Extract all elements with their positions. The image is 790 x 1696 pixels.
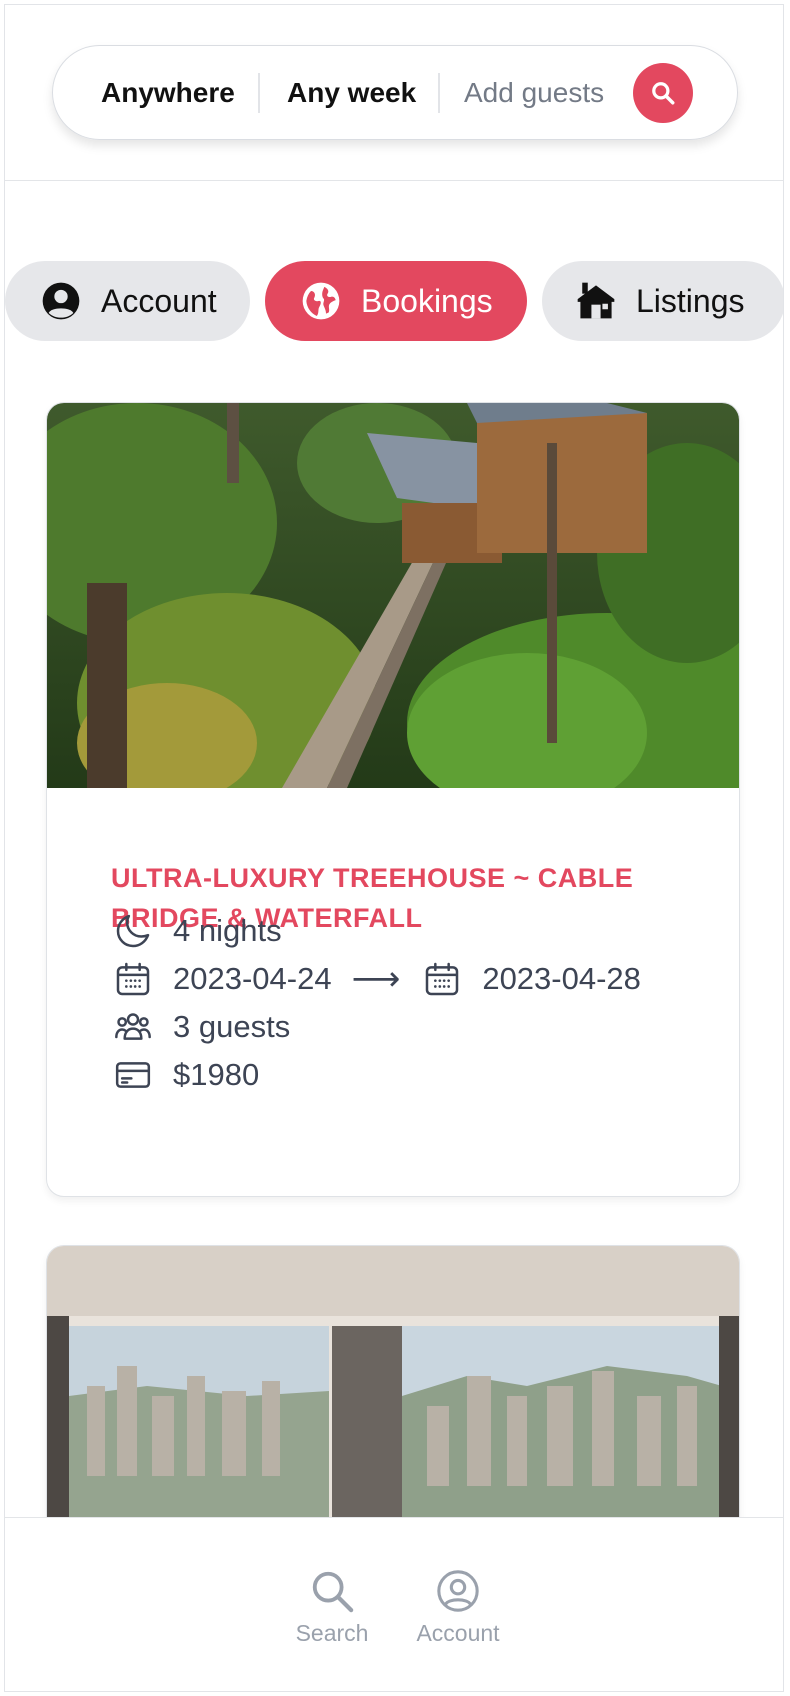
user-circle-icon	[437, 1570, 479, 1612]
divider	[258, 73, 260, 113]
price-value: $1980	[173, 1057, 260, 1092]
nav-account[interactable]: Account	[403, 1568, 513, 1647]
tab-label: Account	[101, 282, 217, 319]
calendar-icon	[111, 957, 155, 1001]
tab-label: Bookings	[361, 282, 493, 319]
tab-label: Listings	[636, 282, 745, 319]
globe-icon	[299, 279, 343, 323]
guests-filter[interactable]: Add guests	[464, 77, 604, 109]
location-filter[interactable]: Anywhere	[101, 77, 235, 109]
app-frame: Anywhere Any week Add guests Account Boo…	[4, 4, 784, 1692]
tab-listings[interactable]: Listings	[542, 261, 783, 341]
check-out-date: 2023-04-28	[482, 961, 641, 996]
nav-account-label: Account	[416, 1620, 500, 1646]
arrow-right-icon: ⟶	[351, 960, 401, 998]
booking-card[interactable]: ULTRA-LUXURY TREEHOUSE ~ CABLE BRIDGE & …	[46, 402, 740, 1197]
nights-row: 4 nights	[111, 909, 282, 953]
users-icon	[111, 1005, 155, 1049]
header: Anywhere Any week Add guests	[5, 5, 783, 181]
tab-bookings[interactable]: Bookings	[265, 261, 527, 341]
nav-search[interactable]: Search	[277, 1568, 387, 1647]
guests-row: 3 guests	[111, 1005, 290, 1049]
bottom-nav: Search Account	[5, 1517, 783, 1691]
search-icon	[312, 1571, 354, 1613]
moon-icon	[111, 909, 155, 953]
account-tabs: Account Bookings Listings	[5, 261, 783, 341]
price-row: $1980	[111, 1053, 259, 1097]
nav-search-label: Search	[295, 1620, 369, 1646]
treehouse-photo	[47, 403, 739, 788]
check-in-date: 2023-04-24	[173, 961, 332, 996]
search-button[interactable]	[633, 63, 693, 123]
search-bar[interactable]: Anywhere Any week Add guests	[52, 45, 738, 140]
divider	[438, 73, 440, 113]
dates-filter[interactable]: Any week	[287, 77, 416, 109]
dates-row: 2023-04-24 ⟶ 2023-04-28	[111, 957, 641, 1001]
calendar-icon	[420, 957, 464, 1001]
user-circle-icon	[39, 279, 83, 323]
guests-value: 3 guests	[173, 1009, 291, 1044]
credit-card-icon	[111, 1053, 155, 1097]
house-icon	[574, 279, 618, 323]
nights-value: 4 nights	[173, 913, 282, 948]
tab-account[interactable]: Account	[5, 261, 250, 341]
search-icon	[652, 82, 675, 105]
